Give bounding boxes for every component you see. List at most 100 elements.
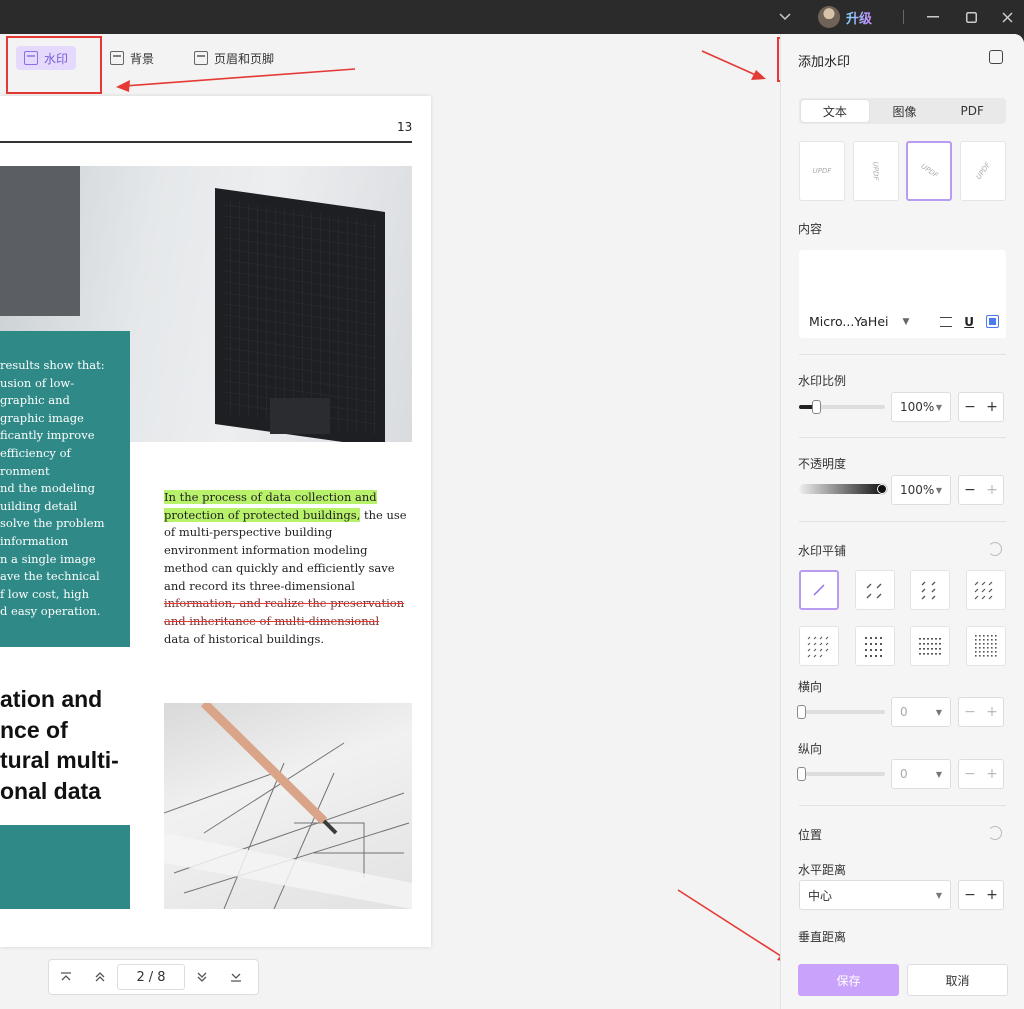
- header-footer-icon: [194, 51, 208, 65]
- current-page: 2: [136, 969, 145, 985]
- color-picker-icon[interactable]: [986, 315, 999, 328]
- background-tool-button[interactable]: 背景: [102, 46, 162, 70]
- horizontal-slider-knob[interactable]: [797, 705, 806, 719]
- tile-option-5[interactable]: [799, 626, 839, 666]
- tile-option-3[interactable]: [910, 570, 951, 610]
- scale-slider-knob[interactable]: [812, 400, 822, 414]
- next-page-icon[interactable]: [185, 959, 219, 995]
- preset-sample: UPDF: [974, 161, 992, 181]
- vertical-slider-knob[interactable]: [797, 767, 806, 781]
- content-input[interactable]: Micro...YaHei ▼ U: [799, 250, 1006, 338]
- tab-image[interactable]: 图像: [871, 98, 939, 124]
- opacity-select[interactable]: 100% ▼: [891, 475, 951, 505]
- titlebar-divider: [902, 0, 904, 34]
- preset-horizontal[interactable]: UPDF: [799, 141, 845, 201]
- font-toolbar: Micro...YaHei ▼ U: [809, 314, 999, 329]
- tile-option-6[interactable]: [854, 626, 895, 666]
- teal-line: f low cost, high: [0, 586, 90, 601]
- reset-icon[interactable]: [988, 542, 1002, 556]
- paragraph-line: and record its three-dimensional: [164, 578, 355, 593]
- cancel-button[interactable]: 取消: [907, 964, 1008, 996]
- teal-line: ave the technical: [0, 569, 100, 584]
- teal-text-block: results show that: usion of low- graphic…: [0, 331, 130, 647]
- tile-option-7[interactable]: [910, 626, 951, 666]
- plus-icon[interactable]: +: [981, 760, 1003, 788]
- teal-line: solve the problem: [0, 516, 105, 531]
- teal-line: graphic and: [0, 393, 70, 408]
- close-icon[interactable]: [992, 0, 1022, 34]
- horizontal-slider[interactable]: [797, 705, 885, 719]
- teal-block: [0, 825, 130, 909]
- chevron-down-icon: ▼: [935, 769, 942, 779]
- preset-diagonal-down[interactable]: UPDF: [906, 141, 953, 201]
- minus-icon[interactable]: −: [959, 698, 981, 726]
- watermark-tool-label: 水印: [44, 51, 69, 66]
- annotation-arrow-save: [677, 889, 792, 963]
- h-distance-select[interactable]: 中心 ▼: [799, 880, 951, 910]
- chevron-down-icon: ▼: [935, 485, 942, 495]
- first-page-icon[interactable]: [49, 959, 83, 995]
- font-select[interactable]: Micro...YaHei: [809, 314, 888, 329]
- opacity-slider-knob[interactable]: [877, 484, 887, 494]
- plus-icon[interactable]: +: [981, 476, 1003, 504]
- highlighted-text: In the process of data collection and: [164, 490, 377, 504]
- scale-slider[interactable]: [799, 400, 885, 414]
- prev-page-icon[interactable]: [83, 959, 117, 995]
- last-page-icon[interactable]: [219, 959, 253, 995]
- tile-option-8[interactable]: [965, 626, 1006, 666]
- preset-vertical[interactable]: UPDF: [852, 141, 899, 201]
- horizontal-select[interactable]: 0 ▼: [891, 697, 951, 727]
- exit-icon[interactable]: [989, 50, 1003, 64]
- vertical-stepper: − +: [958, 759, 1004, 789]
- vertical-slider[interactable]: [797, 767, 885, 781]
- chevron-down-icon[interactable]: [772, 0, 798, 34]
- account-upgrade-button[interactable]: 升级: [818, 0, 888, 34]
- divider: [799, 521, 1006, 522]
- teal-line: usion of low-: [0, 375, 75, 390]
- watermark-presets: UPDF UPDF UPDF UPDF: [799, 141, 1006, 201]
- underline-icon[interactable]: U: [964, 315, 974, 329]
- scale-value: 100%: [900, 400, 935, 414]
- tab-pdf[interactable]: PDF: [938, 98, 1006, 124]
- tile-options-row-2: [799, 626, 1006, 666]
- h-distance-stepper: − +: [958, 880, 1004, 910]
- minus-icon[interactable]: −: [959, 881, 981, 909]
- opacity-stepper: − +: [958, 475, 1004, 505]
- teal-line: ronment: [0, 463, 50, 478]
- minus-icon[interactable]: −: [959, 393, 981, 421]
- tile-option-2[interactable]: [854, 570, 895, 610]
- page-number-input[interactable]: 2 / 8: [117, 964, 185, 990]
- tab-text[interactable]: 文本: [801, 100, 869, 122]
- scale-select[interactable]: 100% ▼: [891, 392, 951, 422]
- opacity-slider[interactable]: [799, 484, 887, 494]
- divider: [799, 437, 1006, 438]
- tile-option-4[interactable]: [965, 570, 1006, 610]
- header-footer-tool-button[interactable]: 页眉和页脚: [186, 46, 282, 70]
- save-button[interactable]: 保存: [798, 964, 899, 996]
- plus-icon[interactable]: +: [981, 881, 1003, 909]
- watermark-tool-button[interactable]: 水印: [16, 46, 77, 70]
- plus-icon[interactable]: +: [981, 698, 1003, 726]
- minus-icon[interactable]: −: [959, 476, 981, 504]
- plus-icon[interactable]: +: [981, 393, 1003, 421]
- maximize-icon[interactable]: [956, 0, 986, 34]
- h-distance-value: 中心: [808, 888, 833, 903]
- align-icon[interactable]: [940, 316, 953, 327]
- minimize-icon[interactable]: [918, 0, 948, 34]
- opacity-value: 100%: [900, 483, 935, 497]
- document-page: 13 results show that: usion of low- grap…: [0, 96, 431, 947]
- paragraph-text: the use: [360, 507, 407, 522]
- preset-sample: UPDF: [812, 167, 832, 175]
- header-footer-tool-label: 页眉和页脚: [214, 51, 275, 66]
- vertical-select[interactable]: 0 ▼: [891, 759, 951, 789]
- teal-line: uilding detail: [0, 498, 78, 513]
- horizontal-value: 0: [900, 705, 908, 719]
- tile-option-1[interactable]: [799, 570, 839, 610]
- h-distance-label: 水平距离: [798, 863, 847, 877]
- preset-diagonal-up[interactable]: UPDF: [959, 141, 1006, 201]
- minus-icon[interactable]: −: [959, 760, 981, 788]
- content-label: 内容: [798, 222, 823, 236]
- chevron-down-icon[interactable]: ▼: [902, 317, 909, 327]
- panel-title: 添加水印: [798, 55, 851, 70]
- reset-icon[interactable]: [988, 826, 1002, 840]
